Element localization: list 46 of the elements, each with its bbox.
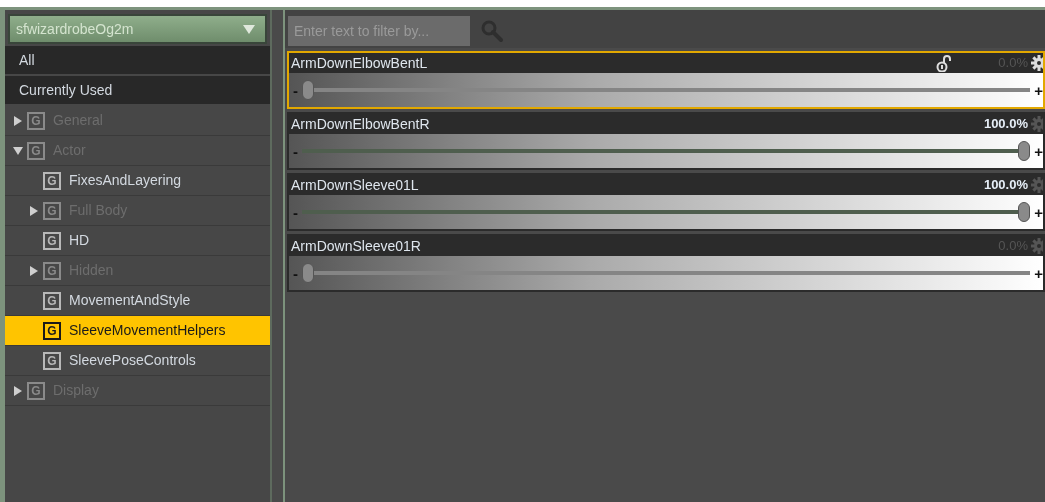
group-item[interactable]: G SleeveMovementHelpers (5, 316, 270, 346)
group-icon: G (43, 171, 61, 190)
slider-thumb[interactable] (302, 263, 314, 283)
collapsed-arrow-icon[interactable] (13, 385, 23, 396)
increment-button[interactable]: + (1034, 143, 1043, 159)
group-icon: G (27, 111, 45, 130)
group-icon: G (43, 231, 61, 250)
parameter-slider-panel[interactable]: ArmDownSleeve01L 100.0% - + (287, 173, 1045, 231)
group-item[interactable]: G FixesAndLayering (5, 166, 270, 196)
group-item[interactable]: G SleevePoseControls (5, 346, 270, 376)
parameter-name: ArmDownSleeve01L (291, 175, 419, 195)
group-icon: G (43, 351, 61, 370)
group-icon: G (43, 201, 61, 220)
value-readout[interactable]: 100.0% (983, 114, 1028, 134)
parameter-name: ArmDownElbowBentL (291, 53, 428, 73)
group-icon: G (43, 321, 61, 340)
panel-splitter[interactable] (270, 10, 285, 502)
group-icon: G (27, 141, 45, 160)
expanded-arrow-icon[interactable] (13, 145, 23, 156)
group-item[interactable]: G HD (5, 226, 270, 256)
filter-item[interactable]: All (5, 46, 270, 76)
group-label: SleeveMovementHelpers (69, 321, 226, 340)
increment-button[interactable]: + (1034, 204, 1043, 220)
group-label: MovementAndStyle (69, 291, 191, 310)
group-label: HD (69, 231, 90, 250)
group-label: FixesAndLayering (69, 171, 182, 190)
group-icon: G (43, 261, 61, 280)
collapsed-arrow-icon[interactable] (29, 205, 39, 216)
collapsed-arrow-icon[interactable] (13, 115, 23, 126)
parameter-name: ArmDownElbowBentR (291, 114, 430, 134)
dropdown-caret-icon (243, 24, 255, 34)
filter-item[interactable]: Currently Used (5, 76, 270, 106)
group-icon: G (43, 291, 61, 310)
collapsed-arrow-icon[interactable] (29, 265, 39, 276)
increment-button[interactable]: + (1034, 265, 1043, 281)
parameter-name: ArmDownSleeve01R (291, 236, 421, 256)
slider-thumb[interactable] (1018, 141, 1031, 161)
group-label: SleevePoseControls (69, 351, 196, 370)
unlock-icon[interactable] (936, 54, 953, 72)
value-readout[interactable]: 100.0% (983, 175, 1028, 195)
gear-icon[interactable] (1031, 55, 1043, 71)
slider-thumb[interactable] (1018, 202, 1031, 222)
parameter-slider-panel[interactable]: ArmDownElbowBentR 100.0% - + (287, 112, 1045, 170)
group-icon: G (27, 381, 45, 400)
slider-thumb[interactable] (302, 80, 314, 100)
increment-button[interactable]: + (1034, 82, 1043, 98)
